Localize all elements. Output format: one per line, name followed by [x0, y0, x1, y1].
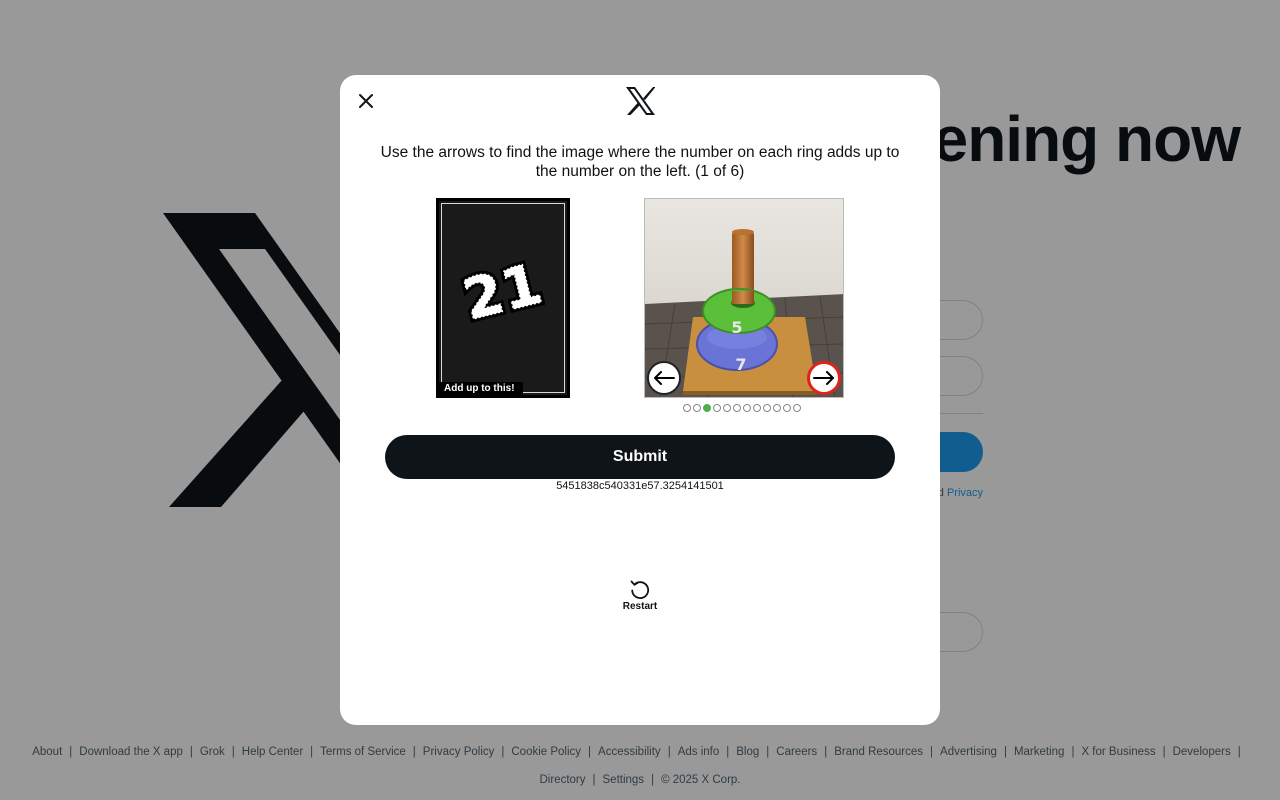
ring-label-blue: 7 [735, 355, 746, 374]
arrow-left-icon [654, 371, 675, 385]
target-caption: Add up to this! [439, 382, 523, 395]
target-number-card: 21 21 Add up to this! [436, 198, 570, 398]
restart-label: Restart [622, 601, 658, 612]
close-icon[interactable] [354, 89, 378, 113]
x-logo-icon [626, 87, 655, 115]
pager-dot [713, 404, 721, 412]
ring-label-green: 5 [731, 318, 742, 337]
pager-dot [733, 404, 741, 412]
pager-dot [703, 404, 711, 412]
submit-button[interactable]: Submit [385, 435, 895, 479]
pager-dot [793, 404, 801, 412]
pager-dot [773, 404, 781, 412]
pager-dot [763, 404, 771, 412]
arrow-right-icon [813, 371, 834, 385]
pager-dot [693, 404, 701, 412]
pager-dot [743, 404, 751, 412]
pager-dot [753, 404, 761, 412]
page: Happening now d Privacy About | Download t… [0, 0, 1280, 800]
pager-dot [783, 404, 791, 412]
previous-image-button[interactable] [647, 361, 681, 395]
pager-dot [683, 404, 691, 412]
restart-icon [630, 580, 650, 599]
target-number: 21 21 [453, 249, 551, 337]
next-image-button[interactable] [807, 361, 841, 395]
puzzle-image: 7 5 [644, 198, 844, 398]
captcha-dialog: Use the arrows to find the image where t… [340, 75, 940, 725]
target-number-outline: 21 [457, 252, 548, 334]
image-pager [683, 404, 801, 414]
captcha-instructions: Use the arrows to find the image where t… [380, 144, 900, 180]
restart-button[interactable]: Restart [610, 578, 670, 612]
pager-dot [723, 404, 731, 412]
session-id: 5451838c540331e57.3254141501 [556, 480, 724, 492]
